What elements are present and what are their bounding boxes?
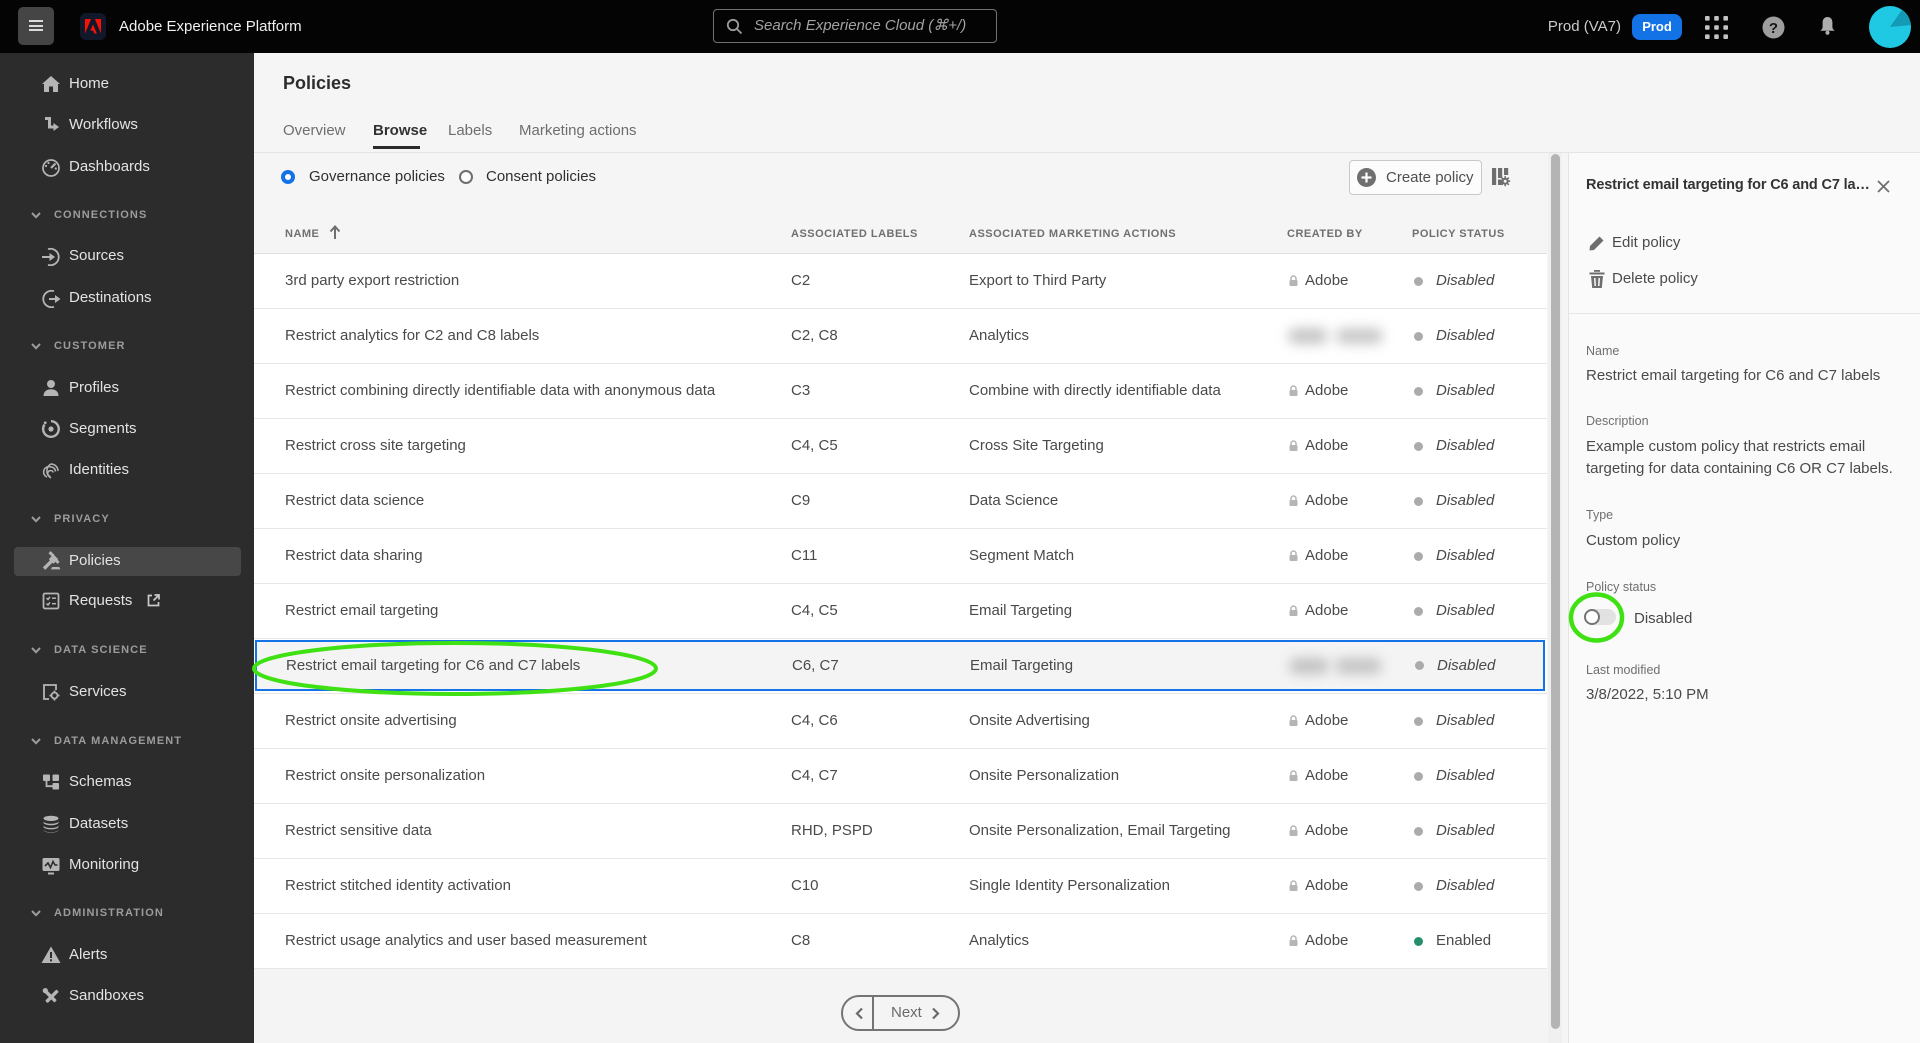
svg-text:?: ? — [1769, 20, 1778, 37]
